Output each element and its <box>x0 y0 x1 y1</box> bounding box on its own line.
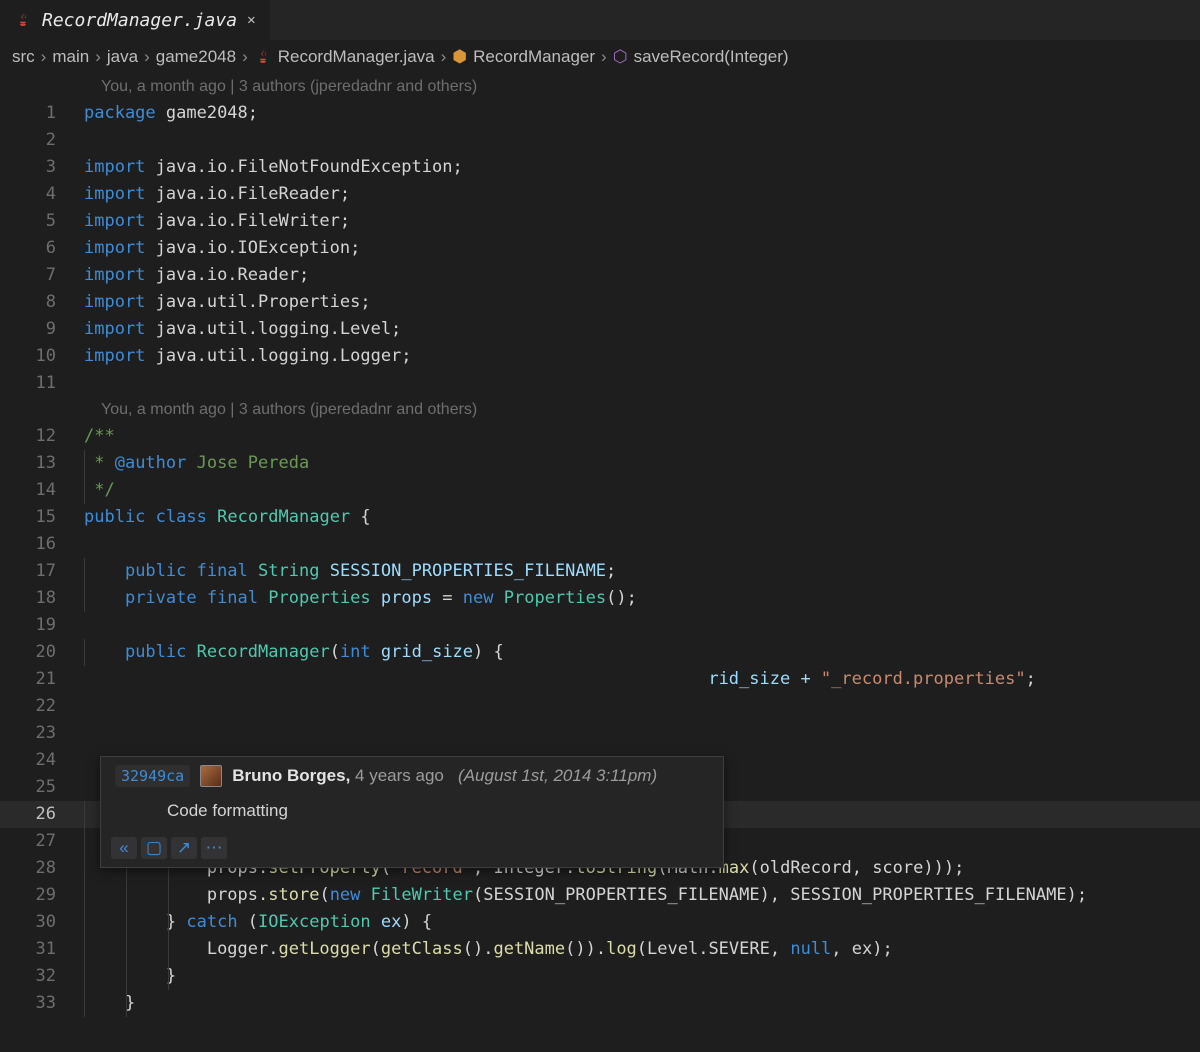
chevron-right-icon: › <box>441 47 447 67</box>
breadcrumb-item[interactable]: src <box>12 47 35 67</box>
line-number: 24 <box>0 747 84 774</box>
line-number: 4 <box>0 181 84 208</box>
line-number: 12 <box>0 423 84 450</box>
line-number: 15 <box>0 504 84 531</box>
hover-actions: « ▢ ↗ ⋯ <box>101 833 723 867</box>
chevron-right-icon: › <box>144 47 150 67</box>
line-number: 13 <box>0 450 84 477</box>
line-number: 17 <box>0 558 84 585</box>
line-number: 25 <box>0 774 84 801</box>
open-external-icon[interactable]: ↗ <box>171 837 197 859</box>
method-icon: ⬡ <box>613 47 628 67</box>
line-number: 6 <box>0 235 84 262</box>
chevron-right-icon: › <box>41 47 47 67</box>
line-number: 23 <box>0 720 84 747</box>
chevron-right-icon: › <box>601 47 607 67</box>
line-number: 16 <box>0 531 84 558</box>
line-number: 10 <box>0 343 84 370</box>
line-number: 32 <box>0 963 84 990</box>
line-number: 11 <box>0 370 84 397</box>
line-number: 28 <box>0 855 84 882</box>
line-number: 31 <box>0 936 84 963</box>
line-number: 21 <box>0 666 84 693</box>
breadcrumb: src › main › java › game2048 › RecordMan… <box>0 40 1200 74</box>
commit-author: Bruno Borges, <box>232 766 350 785</box>
java-file-icon <box>254 48 272 66</box>
line-number: 27 <box>0 828 84 855</box>
tab-bar: RecordManager.java ✕ <box>0 0 1200 40</box>
tab-title: RecordManager.java <box>42 10 237 31</box>
breadcrumb-item[interactable]: ⬢ RecordManager <box>452 47 595 67</box>
code-lens[interactable]: You, a month ago | 3 authors (jperedadnr… <box>0 74 1200 100</box>
commit-sha[interactable]: 32949ca <box>115 765 190 787</box>
line-number: 14 <box>0 477 84 504</box>
more-icon[interactable]: ⋯ <box>201 837 227 859</box>
line-number: 1 <box>0 100 84 127</box>
java-file-icon <box>14 11 32 29</box>
previous-commit-icon[interactable]: « <box>111 837 137 859</box>
breadcrumb-item[interactable]: RecordManager.java <box>254 47 435 67</box>
breadcrumb-item[interactable]: game2048 <box>156 47 236 67</box>
breadcrumb-item[interactable]: main <box>52 47 89 67</box>
chevron-right-icon: › <box>95 47 101 67</box>
chevron-right-icon: › <box>242 47 248 67</box>
code-editor[interactable]: You, a month ago | 3 authors (jperedadnr… <box>0 74 1200 1017</box>
close-icon[interactable]: ✕ <box>247 12 255 28</box>
line-number: 9 <box>0 316 84 343</box>
line-number: 7 <box>0 262 84 289</box>
line-number: 29 <box>0 882 84 909</box>
git-blame-hover: 32949ca Bruno Borges, 4 years ago (Augus… <box>100 756 724 868</box>
breadcrumb-item[interactable]: java <box>107 47 138 67</box>
class-icon: ⬢ <box>452 47 467 67</box>
line-number: 2 <box>0 127 84 154</box>
line-number: 26 <box>0 801 84 828</box>
breadcrumb-item[interactable]: ⬡ saveRecord(Integer) <box>613 47 789 67</box>
code-lens[interactable]: You, a month ago | 3 authors (jperedadnr… <box>0 397 1200 423</box>
line-number: 18 <box>0 585 84 612</box>
line-number: 30 <box>0 909 84 936</box>
commit-ago: 4 years ago <box>355 766 444 785</box>
line-number: 5 <box>0 208 84 235</box>
tab-active[interactable]: RecordManager.java ✕ <box>0 0 270 40</box>
line-number: 22 <box>0 693 84 720</box>
line-number: 20 <box>0 639 84 666</box>
line-number: 8 <box>0 289 84 316</box>
line-number: 19 <box>0 612 84 639</box>
line-number: 3 <box>0 154 84 181</box>
commit-date: (August 1st, 2014 3:11pm) <box>458 766 657 785</box>
copy-icon[interactable]: ▢ <box>141 837 167 859</box>
avatar <box>200 765 222 787</box>
line-number: 33 <box>0 990 84 1017</box>
commit-message: Code formatting <box>101 789 723 833</box>
